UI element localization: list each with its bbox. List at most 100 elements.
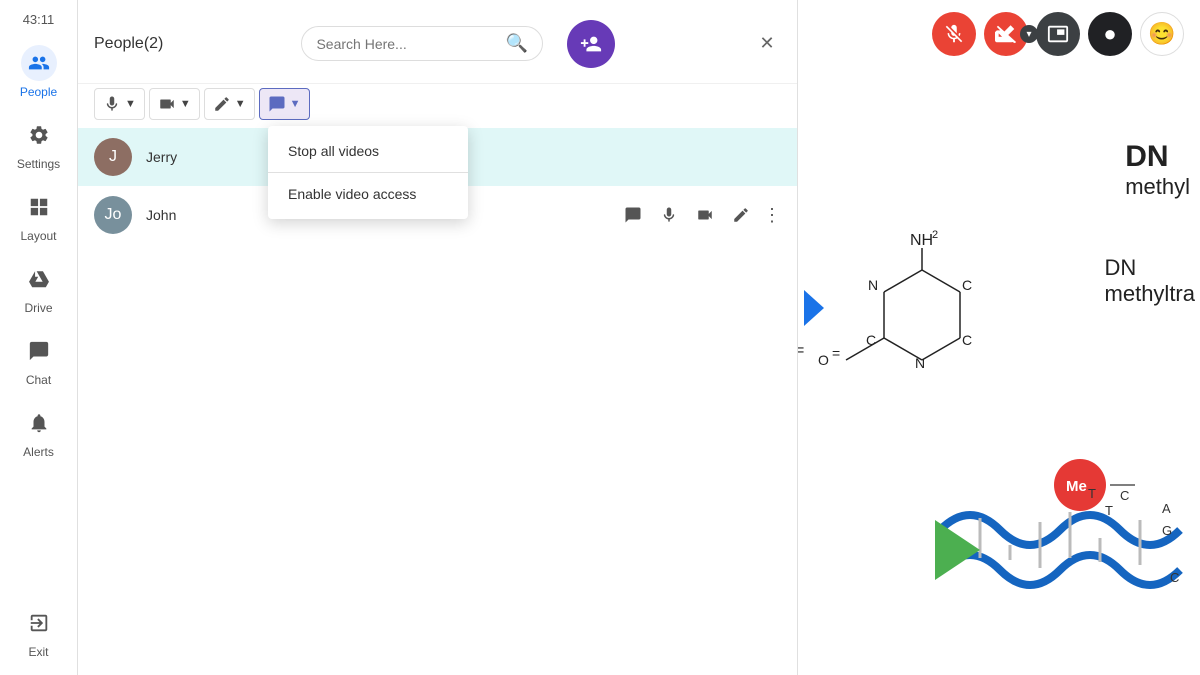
- slide-content: DN methyl DN methyltra NH 2 C C N C N: [798, 0, 1200, 675]
- drive-icon: [28, 268, 50, 290]
- record-dot: ●: [1103, 23, 1116, 45]
- john-mic-svg: [660, 206, 678, 224]
- pencil-icon: [213, 95, 231, 113]
- mic-control-button[interactable]: ▼: [94, 88, 145, 120]
- exit-icon: [28, 612, 50, 634]
- people-icon: [28, 52, 50, 74]
- sidebar-label-drive: Drive: [24, 301, 52, 315]
- close-button[interactable]: ✕: [753, 30, 781, 58]
- emoji-icon: 😊: [1148, 21, 1175, 47]
- svg-text:O: O: [818, 352, 829, 368]
- svg-text:=: =: [798, 342, 804, 359]
- muted-camera-icon: [995, 23, 1017, 45]
- enable-video-access-item[interactable]: Enable video access: [268, 175, 468, 213]
- avatar-jerry: J: [94, 138, 132, 176]
- sidebar-label-exit: Exit: [28, 645, 48, 659]
- john-pencil-svg: [732, 206, 750, 224]
- layout-icon-wrap: [21, 189, 57, 225]
- video-chevron: ▼: [180, 98, 191, 110]
- john-video-icon[interactable]: [691, 201, 719, 229]
- alerts-icon-wrap: [21, 405, 57, 441]
- svg-text:N: N: [915, 355, 925, 371]
- controls-row: ▼ ▼ ▼ ▼ Stop all videos Enable: [78, 84, 797, 120]
- top-bar: ▾ ● 😊: [916, 0, 1200, 68]
- camera-group: ▾: [984, 12, 1028, 56]
- sidebar-item-chat[interactable]: Chat: [0, 323, 77, 395]
- add-person-button[interactable]: [567, 20, 615, 68]
- svg-text:C: C: [962, 332, 972, 348]
- svg-text:N: N: [868, 277, 878, 293]
- svg-text:A: A: [1162, 501, 1171, 516]
- sidebar: 43:11 People Settings Layout: [0, 0, 78, 675]
- video-control-button[interactable]: ▼: [149, 88, 200, 120]
- avatar-john: Jo: [94, 196, 132, 234]
- john-pencil-icon[interactable]: [727, 201, 755, 229]
- pip-button[interactable]: [1036, 12, 1080, 56]
- svg-text:T: T: [1105, 503, 1113, 518]
- add-person-icon: [580, 33, 602, 55]
- sidebar-item-people[interactable]: People: [0, 35, 77, 107]
- alerts-icon: [28, 412, 50, 434]
- slide-line1: DN: [1125, 140, 1190, 174]
- chat-icon: [28, 340, 50, 362]
- john-more-icon[interactable]: ⋮: [763, 205, 781, 226]
- sidebar-item-layout[interactable]: Layout: [0, 179, 77, 251]
- john-chat-svg: [624, 206, 642, 224]
- mic-icon: [103, 95, 121, 113]
- panel-header: People(2) 🔍 ✕: [78, 0, 797, 84]
- sidebar-label-alerts: Alerts: [23, 445, 54, 459]
- svg-text:=: =: [832, 345, 840, 361]
- pencil-control-button[interactable]: ▼: [204, 88, 255, 120]
- video-dropdown-menu: Stop all videos Enable video access: [268, 126, 468, 219]
- people-panel: People(2) 🔍 ✕ ▼ ▼: [78, 0, 798, 675]
- sidebar-label-settings: Settings: [17, 157, 60, 171]
- john-chat-icon[interactable]: [619, 201, 647, 229]
- svg-text:G: G: [1162, 523, 1172, 538]
- panel-title: People(2): [94, 35, 163, 53]
- expand-arrow-icon: [804, 290, 824, 326]
- sidebar-item-exit[interactable]: Exit: [0, 595, 77, 675]
- chat-chevron: ▼: [290, 98, 301, 110]
- svg-text:2: 2: [932, 229, 938, 241]
- sidebar-item-settings[interactable]: Settings: [0, 107, 77, 179]
- sidebar-time: 43:11: [23, 0, 55, 35]
- search-input[interactable]: [316, 36, 497, 52]
- settings-icon: [28, 124, 50, 146]
- svg-text:T: T: [1088, 486, 1096, 501]
- record-button[interactable]: ●: [1088, 12, 1132, 56]
- svg-text:Me: Me: [1066, 478, 1087, 495]
- camera-chevron-icon[interactable]: ▾: [1020, 25, 1038, 43]
- emoji-button[interactable]: 😊: [1140, 12, 1184, 56]
- search-icon[interactable]: 🔍: [505, 33, 527, 54]
- search-bar: 🔍: [301, 26, 542, 61]
- drive-icon-wrap: [21, 261, 57, 297]
- muted-mic-icon: [943, 23, 965, 45]
- chat-control-button[interactable]: ▼: [259, 88, 310, 120]
- svg-text:C: C: [1120, 488, 1129, 503]
- pip-icon: [1047, 23, 1069, 45]
- mute-mic-button[interactable]: [932, 12, 976, 56]
- pencil-chevron: ▼: [235, 98, 246, 110]
- sidebar-label-chat: Chat: [26, 373, 51, 387]
- dropdown-divider: [268, 172, 468, 173]
- mic-chevron: ▼: [125, 98, 136, 110]
- video-icon: [158, 95, 176, 113]
- john-mic-icon[interactable]: [655, 201, 683, 229]
- sidebar-item-drive[interactable]: Drive: [0, 251, 77, 323]
- john-video-svg: [696, 206, 714, 224]
- svg-text:C: C: [962, 277, 972, 293]
- sidebar-label-layout: Layout: [20, 229, 56, 243]
- stop-all-videos-item[interactable]: Stop all videos: [268, 132, 468, 170]
- svg-text:C: C: [1170, 570, 1179, 585]
- svg-text:NH: NH: [910, 232, 933, 249]
- chemistry-diagram: NH 2 C C N C N O = O =: [798, 190, 1200, 610]
- chat-icon-wrap: [21, 333, 57, 369]
- sidebar-label-people: People: [20, 85, 57, 99]
- people-icon-wrap: [21, 45, 57, 81]
- layout-icon: [28, 196, 50, 218]
- chat-ctrl-icon: [268, 95, 286, 113]
- settings-icon-wrap: [21, 117, 57, 153]
- sidebar-item-alerts[interactable]: Alerts: [0, 395, 77, 467]
- main-content: ▾ ● 😊 DN methyl DN methyltra: [798, 0, 1200, 675]
- john-actions: ⋮: [619, 201, 781, 229]
